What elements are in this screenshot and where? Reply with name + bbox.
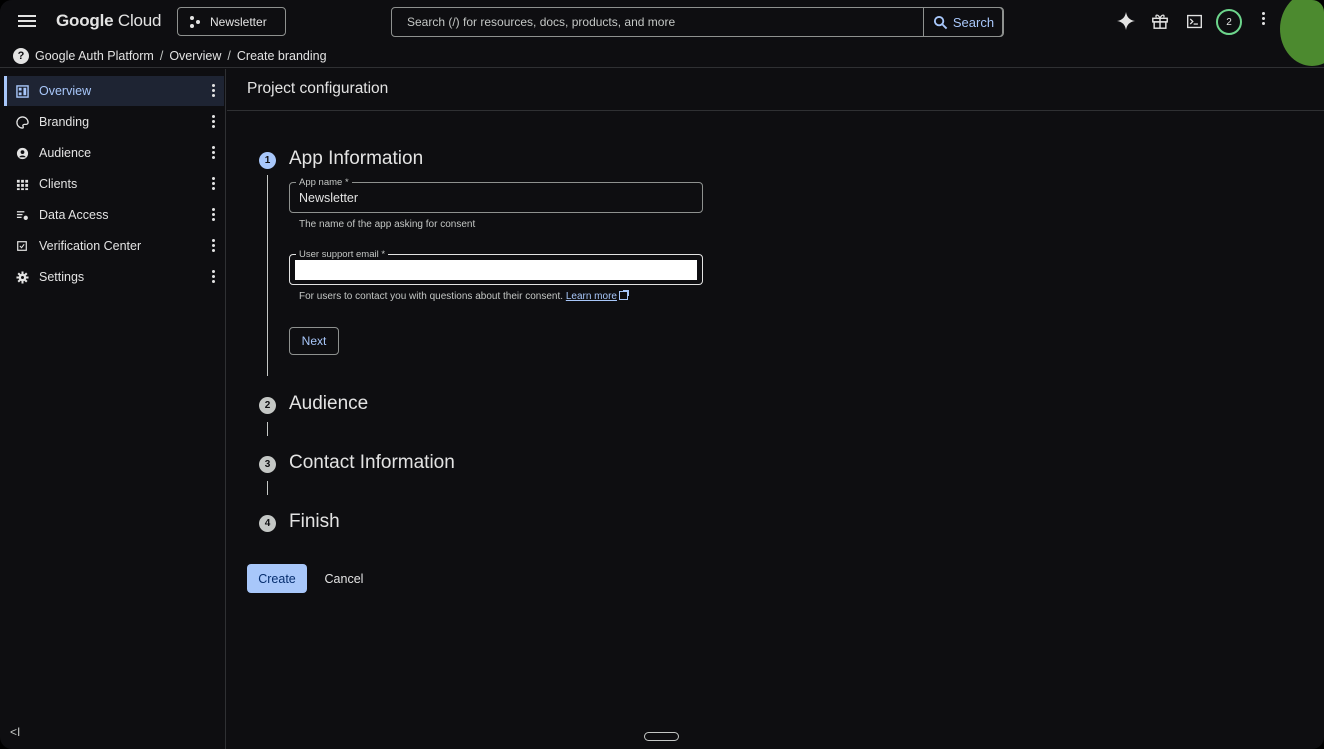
branding-more-icon[interactable] [210, 115, 216, 131]
gear-icon [15, 270, 29, 284]
overview-more-icon[interactable] [210, 84, 216, 100]
search-input[interactable] [392, 8, 922, 36]
main-header: Project configuration [227, 69, 1324, 111]
step-4-title[interactable]: Finish [289, 511, 340, 533]
page-title: Project configuration [247, 80, 389, 97]
filter-settings-icon [15, 208, 29, 222]
create-button[interactable]: Create [247, 564, 307, 593]
sidebar: Overview Branding Audience Clients Data … [0, 69, 226, 749]
breadcrumb-separator: / [159, 48, 164, 63]
project-dots-icon [190, 15, 204, 28]
app-name-input[interactable] [299, 191, 694, 205]
breadcrumb-separator: / [227, 48, 231, 63]
google-cloud-logo[interactable]: Google Cloud [56, 11, 162, 31]
cloud-shell-terminal-icon[interactable] [1183, 10, 1205, 32]
project-picker-button[interactable]: Newsletter [177, 7, 286, 36]
top-bar: Google Cloud Newsletter Search 2 [0, 0, 1324, 66]
breadcrumb-item-overview[interactable]: Overview [169, 49, 221, 63]
clients-more-icon[interactable] [210, 177, 216, 193]
collapse-sidebar-icon[interactable]: <I [10, 725, 20, 739]
gift-icon[interactable] [1149, 10, 1171, 32]
support-email-helper: For users to contact you with questions … [299, 290, 629, 302]
app-window: Google Cloud Newsletter Search 2 ? Googl… [0, 0, 1324, 749]
verification-center-more-icon[interactable] [210, 239, 216, 255]
sidebar-item-audience[interactable]: Audience [4, 138, 224, 168]
step-2-number: 2 [259, 397, 276, 414]
step-4-number: 4 [259, 515, 276, 532]
breadcrumb: ? Google Auth Platform / Overview / Crea… [0, 44, 1324, 68]
external-link-icon [618, 290, 629, 300]
sidebar-item-label: Verification Center [39, 239, 142, 253]
breadcrumb-item-create-branding: Create branding [236, 48, 327, 63]
more-options-icon[interactable] [1257, 12, 1269, 32]
auth-platform-shield-icon: ? [13, 47, 29, 64]
search-button[interactable]: Search [923, 7, 1004, 37]
support-email-label: User support email * [296, 249, 389, 260]
notifications-badge[interactable]: 2 [1216, 9, 1242, 35]
app-name-helper: The name of the app asking for consent [299, 219, 476, 230]
sidebar-item-overview[interactable]: Overview [4, 76, 224, 106]
step-1-number: 1 [259, 152, 276, 169]
account-circle-icon [15, 146, 29, 160]
step-2-connector [267, 422, 268, 436]
learn-more-link[interactable]: Learn more [566, 291, 617, 302]
checkbox-icon [15, 239, 29, 253]
data-access-more-icon[interactable] [210, 208, 216, 224]
next-button[interactable]: Next [289, 327, 339, 355]
step-3-title[interactable]: Contact Information [289, 452, 455, 474]
main-content: Project configuration 1 App Information … [227, 69, 1324, 749]
gemini-sparkle-icon[interactable] [1115, 10, 1137, 32]
project-name: Newsletter [210, 14, 267, 29]
step-1-title[interactable]: App Information [289, 148, 423, 170]
cancel-button[interactable]: Cancel [315, 564, 373, 593]
sidebar-item-branding[interactable]: Branding [4, 107, 224, 137]
breadcrumb-item-auth-platform[interactable]: Google Auth Platform [35, 49, 154, 63]
hamburger-menu-icon[interactable] [18, 12, 36, 30]
dashboard-icon [15, 84, 29, 98]
grid-apps-icon [15, 177, 29, 191]
sidebar-item-verification-center[interactable]: Verification Center [4, 231, 224, 261]
palette-icon [15, 115, 29, 129]
search-icon [933, 15, 948, 29]
support-email-input[interactable] [295, 260, 697, 280]
sidebar-item-clients[interactable]: Clients [4, 169, 224, 199]
search-bar: Search [391, 7, 1004, 37]
audience-more-icon[interactable] [210, 146, 216, 162]
step-3-connector [267, 481, 268, 495]
step-2-title[interactable]: Audience [289, 393, 368, 415]
sidebar-item-label: Settings [39, 270, 85, 284]
step-1-connector [267, 175, 268, 376]
step-3-number: 3 [259, 456, 276, 473]
app-name-field: App name * [289, 177, 703, 213]
sidebar-item-label: Branding [39, 115, 90, 129]
drag-handle[interactable] [644, 732, 679, 741]
app-name-label: App name * [296, 177, 352, 188]
sidebar-item-label: Audience [39, 146, 92, 160]
sidebar-item-label: Clients [39, 177, 78, 191]
settings-more-icon[interactable] [210, 270, 216, 286]
sidebar-item-data-access[interactable]: Data Access [4, 200, 224, 230]
support-email-field: User support email * [289, 249, 703, 285]
sidebar-item-label: Overview [39, 84, 92, 98]
sidebar-item-label: Data Access [39, 208, 109, 222]
sidebar-item-settings[interactable]: Settings [4, 262, 224, 292]
